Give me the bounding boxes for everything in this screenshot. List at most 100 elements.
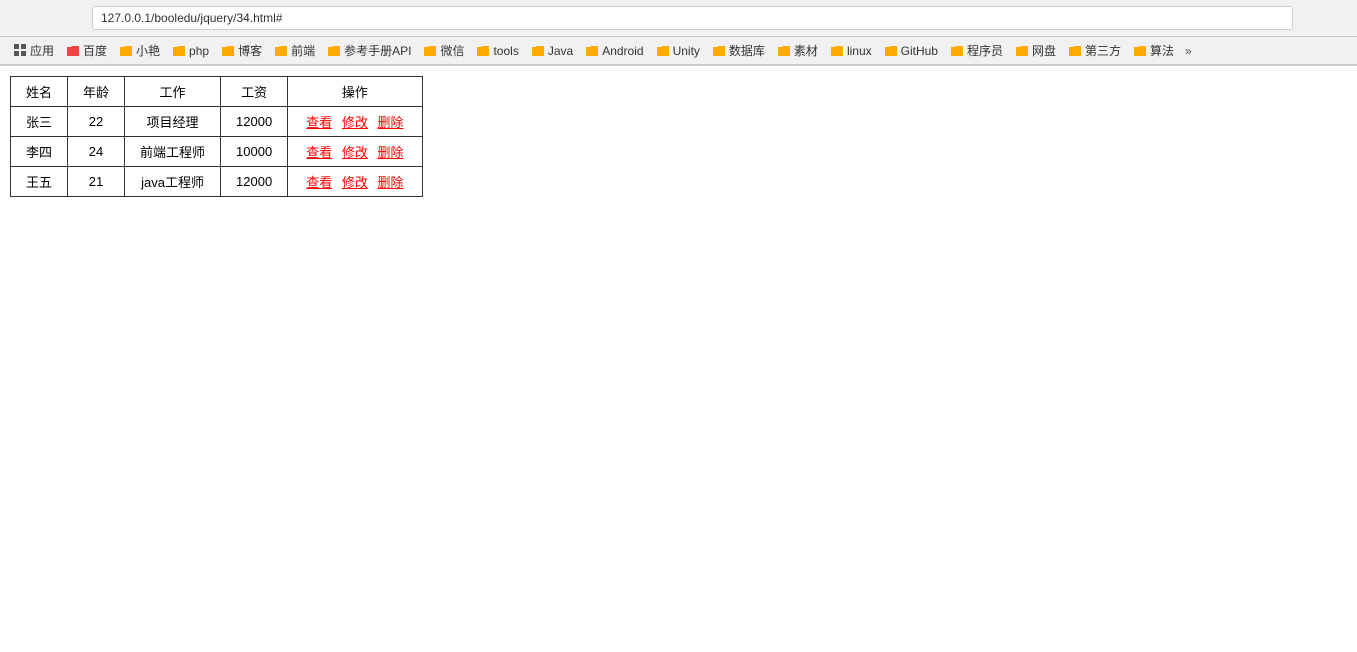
folder-icon xyxy=(327,44,341,58)
table-head: 姓名年龄工作工资操作 xyxy=(11,77,423,107)
table-cell: 前端工程师 xyxy=(125,137,221,167)
nav-bar xyxy=(0,0,1357,37)
table-cell: 项目经理 xyxy=(125,107,221,137)
table-row: 张三22项目经理12000查看 修改 删除 xyxy=(11,107,423,137)
folder-icon xyxy=(172,44,186,58)
action-link-修改[interactable]: 修改 xyxy=(342,145,368,160)
folder-icon xyxy=(830,44,844,58)
folder-icon xyxy=(585,44,599,58)
table-header-cell: 姓名 xyxy=(11,77,68,107)
bookmark-item-GitHub[interactable]: GitHub xyxy=(879,42,943,60)
action-link-查看[interactable]: 查看 xyxy=(306,145,332,160)
bookmark-label: 百度 xyxy=(83,42,107,59)
menu-button[interactable] xyxy=(1327,7,1349,29)
table-cell: 21 xyxy=(68,167,125,197)
bookmark-label: 前端 xyxy=(291,42,315,59)
action-link-查看[interactable]: 查看 xyxy=(306,115,332,130)
bookmark-label: 微信 xyxy=(440,42,464,59)
bookmark-label: 网盘 xyxy=(1032,42,1056,59)
bookmark-item-tools[interactable]: tools xyxy=(471,42,523,60)
folder-icon xyxy=(476,44,490,58)
folder-icon xyxy=(423,44,437,58)
bookmark-label: 第三方 xyxy=(1085,42,1121,59)
bookmark-item-第三方[interactable]: 第三方 xyxy=(1063,40,1126,61)
bookmark-item-Unity[interactable]: Unity xyxy=(651,42,705,60)
bookmark-item-应用[interactable]: 应用 xyxy=(8,40,59,61)
folder-icon xyxy=(777,44,791,58)
action-link-删除[interactable]: 删除 xyxy=(377,175,403,190)
folder-icon xyxy=(656,44,670,58)
bookmark-item-小艳[interactable]: 小艳 xyxy=(114,40,165,61)
folder-icon xyxy=(531,44,545,58)
bookmark-label: GitHub xyxy=(901,44,938,58)
bookmark-label: 素材 xyxy=(794,42,818,59)
table-body: 张三22项目经理12000查看 修改 删除 李四24前端工程师10000查看 修… xyxy=(11,107,423,197)
table-cell: 12000 xyxy=(221,167,288,197)
action-link-删除[interactable]: 删除 xyxy=(377,145,403,160)
action-cell: 查看 修改 删除 xyxy=(288,107,422,137)
table-cell: 李四 xyxy=(11,137,68,167)
table-cell: 24 xyxy=(68,137,125,167)
bookmark-label: 应用 xyxy=(30,42,54,59)
bookmark-label: 参考手册API xyxy=(344,42,411,59)
bookmark-item-Android[interactable]: Android xyxy=(580,42,648,60)
back-button[interactable] xyxy=(8,7,30,29)
table-row: 王五21java工程师12000查看 修改 删除 xyxy=(11,167,423,197)
table-cell: 张三 xyxy=(11,107,68,137)
table-cell: 王五 xyxy=(11,167,68,197)
bookmark-item-数据库[interactable]: 数据库 xyxy=(707,40,770,61)
bookmarks-bar: 应用 百度小艳 php 博客 前端 参考手册API 微信 tools Java Android Un… xyxy=(0,37,1357,65)
browser-chrome: 应用 百度小艳 php 博客 前端 参考手册API 微信 tools Java Android Un… xyxy=(0,0,1357,66)
bookmark-item-网盘[interactable]: 网盘 xyxy=(1010,40,1061,61)
bookmark-item-linux[interactable]: linux xyxy=(825,42,877,60)
table-header-row: 姓名年龄工作工资操作 xyxy=(11,77,423,107)
table-header-cell: 操作 xyxy=(288,77,422,107)
bookmarks-more-button[interactable]: » xyxy=(1181,42,1196,60)
bookmark-label: linux xyxy=(847,44,872,58)
folder-icon xyxy=(66,44,80,58)
bookmark-item-微信[interactable]: 微信 xyxy=(418,40,469,61)
bookmark-label: 博客 xyxy=(238,42,262,59)
folder-icon xyxy=(274,44,288,58)
forward-button[interactable] xyxy=(36,7,58,29)
bookmark-item-算法[interactable]: 算法 xyxy=(1128,40,1179,61)
action-cell: 查看 修改 删除 xyxy=(288,167,422,197)
table-header-cell: 工作 xyxy=(125,77,221,107)
folder-icon xyxy=(1068,44,1082,58)
action-link-删除[interactable]: 删除 xyxy=(377,115,403,130)
folder-icon xyxy=(1133,44,1147,58)
folder-icon xyxy=(221,44,235,58)
table-cell: java工程师 xyxy=(125,167,221,197)
reload-button[interactable] xyxy=(64,7,86,29)
action-link-修改[interactable]: 修改 xyxy=(342,115,368,130)
folder-icon xyxy=(950,44,964,58)
bookmark-label: 程序员 xyxy=(967,42,1003,59)
apps-icon xyxy=(13,44,27,58)
bookmark-item-参考手册API[interactable]: 参考手册API xyxy=(322,40,416,61)
table-header-cell: 年龄 xyxy=(68,77,125,107)
folder-icon xyxy=(1015,44,1029,58)
bookmark-item-百度[interactable]: 百度 xyxy=(61,40,112,61)
table-row: 李四24前端工程师10000查看 修改 删除 xyxy=(11,137,423,167)
bookmark-label: Java xyxy=(548,44,573,58)
star-button[interactable] xyxy=(1299,7,1321,29)
table-cell: 10000 xyxy=(221,137,288,167)
action-link-修改[interactable]: 修改 xyxy=(342,175,368,190)
bookmark-label: Unity xyxy=(673,44,700,58)
table-cell: 12000 xyxy=(221,107,288,137)
bookmark-item-博客[interactable]: 博客 xyxy=(216,40,267,61)
action-cell: 查看 修改 删除 xyxy=(288,137,422,167)
page-content: 姓名年龄工作工资操作 张三22项目经理12000查看 修改 删除 李四24前端工… xyxy=(0,66,1357,207)
data-table: 姓名年龄工作工资操作 张三22项目经理12000查看 修改 删除 李四24前端工… xyxy=(10,76,423,197)
bookmark-item-程序员[interactable]: 程序员 xyxy=(945,40,1008,61)
bookmark-item-前端[interactable]: 前端 xyxy=(269,40,320,61)
table-cell: 22 xyxy=(68,107,125,137)
bookmark-item-Java[interactable]: Java xyxy=(526,42,578,60)
address-bar[interactable] xyxy=(92,6,1293,30)
bookmark-label: php xyxy=(189,44,209,58)
bookmark-label: 数据库 xyxy=(729,42,765,59)
bookmark-item-php[interactable]: php xyxy=(167,42,214,60)
action-link-查看[interactable]: 查看 xyxy=(306,175,332,190)
bookmark-item-素材[interactable]: 素材 xyxy=(772,40,823,61)
table-header-cell: 工资 xyxy=(221,77,288,107)
